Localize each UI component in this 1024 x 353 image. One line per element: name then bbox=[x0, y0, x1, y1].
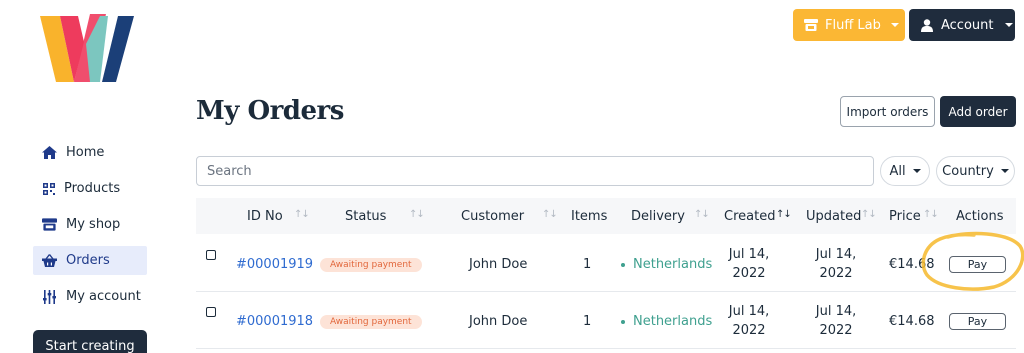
store-icon bbox=[42, 217, 57, 232]
sort-icon[interactable]: ↑↓ bbox=[923, 209, 939, 220]
orders-table-header: ID No ↑↓ Status ↑↓ Customer ↑↓ Items Del… bbox=[196, 198, 1016, 234]
sidebar-item-products[interactable]: Products bbox=[33, 174, 147, 203]
delivery-country-label: Netherlands bbox=[633, 257, 713, 272]
brand-logo[interactable] bbox=[40, 14, 134, 84]
column-header-id[interactable]: ID No bbox=[247, 198, 283, 234]
created-date-line: Jul 14, bbox=[728, 247, 770, 262]
filter-all-dropdown[interactable]: All bbox=[880, 156, 930, 186]
filter-country-label: Country bbox=[942, 163, 994, 179]
sort-icon[interactable]: ↑↓ bbox=[542, 209, 558, 220]
shop-switcher-button[interactable]: Fluff Lab bbox=[793, 9, 905, 41]
basket-icon bbox=[42, 253, 57, 268]
status-badge: Awaiting payment bbox=[320, 258, 422, 272]
chevron-down-icon bbox=[1000, 169, 1009, 173]
column-header-customer[interactable]: Customer bbox=[461, 198, 524, 234]
created-date: Jul 14, 2022 bbox=[721, 245, 777, 283]
sidebar-item-home[interactable]: Home bbox=[33, 138, 147, 167]
column-header-price[interactable]: Price bbox=[889, 198, 921, 234]
sort-icon[interactable]: ↑↓ bbox=[409, 209, 425, 220]
search-input[interactable] bbox=[196, 156, 874, 186]
sidebar-item-label: Orders bbox=[66, 253, 110, 268]
account-menu-label: Account bbox=[941, 17, 994, 33]
user-icon bbox=[921, 18, 933, 32]
sort-icon[interactable]: ↑↓ bbox=[694, 209, 710, 220]
sort-icon[interactable]: ↑↓ bbox=[294, 209, 310, 220]
updated-year-line: 2022 bbox=[819, 266, 853, 281]
row-select-checkbox[interactable] bbox=[206, 250, 216, 260]
sidebar-item-label: Products bbox=[64, 181, 121, 196]
home-icon bbox=[42, 145, 57, 160]
pay-button[interactable]: Pay bbox=[949, 256, 1006, 273]
order-price: €14.68 bbox=[889, 257, 935, 272]
sort-icon[interactable]: ↑↓ bbox=[861, 209, 877, 220]
column-header-updated[interactable]: Updated bbox=[806, 198, 861, 234]
status-dot-icon bbox=[621, 319, 625, 324]
created-year-line: 2022 bbox=[732, 323, 766, 338]
customer-name: John Doe bbox=[469, 314, 528, 329]
sort-icon[interactable]: ↑↓ bbox=[776, 209, 792, 220]
filter-all-label: All bbox=[889, 163, 906, 179]
updated-date-line: Jul 14, bbox=[815, 304, 857, 319]
updated-date: Jul 14, 2022 bbox=[808, 302, 864, 340]
pay-button[interactable]: Pay bbox=[949, 313, 1006, 330]
updated-year-line: 2022 bbox=[819, 323, 853, 338]
import-orders-button[interactable]: Import orders bbox=[840, 96, 935, 127]
start-creating-button[interactable]: Start creating bbox=[33, 330, 147, 353]
delivery-country: Netherlands bbox=[621, 314, 712, 329]
item-count: 1 bbox=[583, 314, 592, 329]
item-count: 1 bbox=[583, 257, 592, 272]
order-price: €14.68 bbox=[889, 314, 935, 329]
table-row[interactable]: #00001918 Awaiting payment John Doe 1 Ne… bbox=[196, 293, 1016, 349]
column-header-status[interactable]: Status bbox=[345, 198, 386, 234]
created-year-line: 2022 bbox=[732, 266, 766, 281]
order-id-link[interactable]: #00001918 bbox=[236, 314, 313, 329]
chevron-down-icon bbox=[1004, 23, 1013, 27]
row-select-checkbox[interactable] bbox=[206, 307, 216, 317]
chevron-down-icon bbox=[912, 169, 921, 173]
column-header-created[interactable]: Created bbox=[724, 198, 775, 234]
page-title: My Orders bbox=[196, 96, 344, 126]
sidebar-item-my-shop[interactable]: My shop bbox=[33, 210, 147, 239]
sidebar-item-label: My shop bbox=[66, 217, 121, 232]
status-badge: Awaiting payment bbox=[320, 315, 422, 329]
store-icon bbox=[804, 19, 818, 31]
account-menu-button[interactable]: Account bbox=[909, 9, 1015, 41]
created-date-line: Jul 14, bbox=[728, 304, 770, 319]
order-id-link[interactable]: #00001919 bbox=[236, 257, 313, 272]
column-header-items: Items bbox=[571, 208, 608, 224]
add-order-button[interactable]: Add order bbox=[940, 96, 1016, 127]
sidebar-item-my-account[interactable]: My account bbox=[33, 282, 147, 311]
sidebar-item-label: Home bbox=[66, 145, 105, 160]
sidebar-item-label: My account bbox=[66, 289, 141, 304]
status-dot-icon bbox=[621, 262, 625, 267]
column-header-actions: Actions bbox=[956, 208, 1004, 224]
column-header-delivery[interactable]: Delivery bbox=[631, 198, 685, 234]
table-row[interactable]: #00001919 Awaiting payment John Doe 1 Ne… bbox=[196, 236, 1016, 292]
qr-grid-icon bbox=[41, 181, 56, 196]
sidebar-nav: Home Products My shop Orders My account bbox=[33, 138, 147, 318]
chevron-down-icon bbox=[890, 23, 899, 27]
customer-name: John Doe bbox=[469, 257, 528, 272]
created-date: Jul 14, 2022 bbox=[721, 302, 777, 340]
updated-date-line: Jul 14, bbox=[815, 247, 857, 262]
shop-switcher-label: Fluff Lab bbox=[825, 17, 881, 33]
delivery-country-label: Netherlands bbox=[633, 314, 713, 329]
sliders-icon bbox=[42, 289, 57, 304]
filter-country-dropdown[interactable]: Country bbox=[936, 156, 1015, 186]
sidebar-item-orders[interactable]: Orders bbox=[33, 246, 147, 275]
updated-date: Jul 14, 2022 bbox=[808, 245, 864, 283]
delivery-country: Netherlands bbox=[621, 257, 712, 272]
